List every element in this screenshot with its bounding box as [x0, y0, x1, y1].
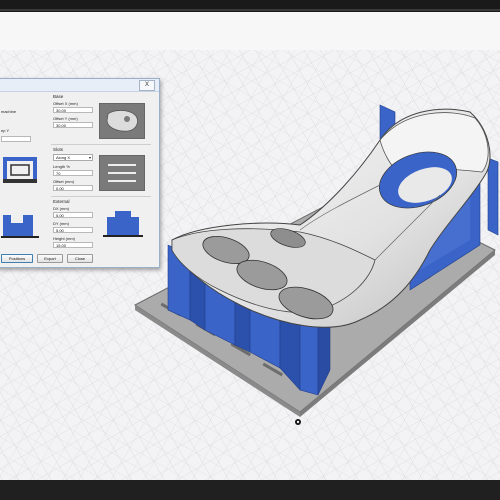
slots-direction-select[interactable]: Along X ▾ [53, 154, 93, 161]
window-top-edge [0, 0, 500, 12]
slots-offset-field[interactable]: 0.00 [53, 185, 93, 191]
export-button[interactable]: Export [37, 254, 63, 263]
base-divider [51, 144, 151, 145]
offset-y-label: Offset Y (mm) [53, 116, 78, 121]
offset-x-label: Offset X (mm) [53, 101, 78, 106]
viewport-origin-marker-inner [296, 420, 300, 424]
slots-section-title: Slots [53, 147, 64, 152]
slots-divider [51, 196, 151, 197]
settings-dialog: X machine ep Y Base Offset X (mm) 30.00 … [0, 78, 160, 268]
offset-x-field[interactable]: 30.00 [53, 107, 93, 113]
slots-preview-image [99, 155, 145, 191]
external-preview-left-icon [1, 207, 41, 239]
frame-preview-icon [1, 155, 41, 187]
close-button[interactable]: Close [67, 254, 93, 263]
length-label: Length % [53, 164, 70, 169]
dy-label: DY (mm) [53, 221, 69, 226]
base-preview-image [99, 103, 145, 139]
dialog-titlebar[interactable]: X [0, 79, 159, 92]
dx-field[interactable]: 5.00 [53, 212, 93, 218]
base-preview-icon [106, 110, 138, 132]
positions-button[interactable]: Positions [1, 254, 33, 263]
external-preview-right-icon [101, 207, 145, 241]
dx-label: DX (mm) [53, 206, 69, 211]
height-label: Height (mm) [53, 236, 76, 241]
slots-offset-label: Offset (mm) [53, 179, 75, 184]
window-bottom-edge [0, 480, 500, 500]
machine-label: machine [1, 109, 17, 114]
offset-y-field[interactable]: 30.00 [53, 122, 93, 128]
back-support-panel-right[interactable] [487, 157, 499, 236]
step-y-label: ep Y [1, 128, 10, 133]
slots-preview-icon [108, 164, 136, 182]
dy-field[interactable]: 5.00 [53, 227, 93, 233]
base-section-title: Base [53, 94, 64, 99]
chevron-down-icon: ▾ [88, 155, 91, 160]
step-y-field[interactable] [1, 136, 31, 142]
toolbar [0, 12, 500, 51]
dialog-close-icon[interactable]: X [139, 80, 155, 91]
length-field[interactable]: 70 [53, 170, 93, 176]
height-field[interactable]: 15.00 [53, 242, 93, 248]
top-edge-line [0, 9, 500, 11]
external-section-title: External [53, 199, 70, 204]
slots-direction-value: Along X [56, 155, 71, 160]
